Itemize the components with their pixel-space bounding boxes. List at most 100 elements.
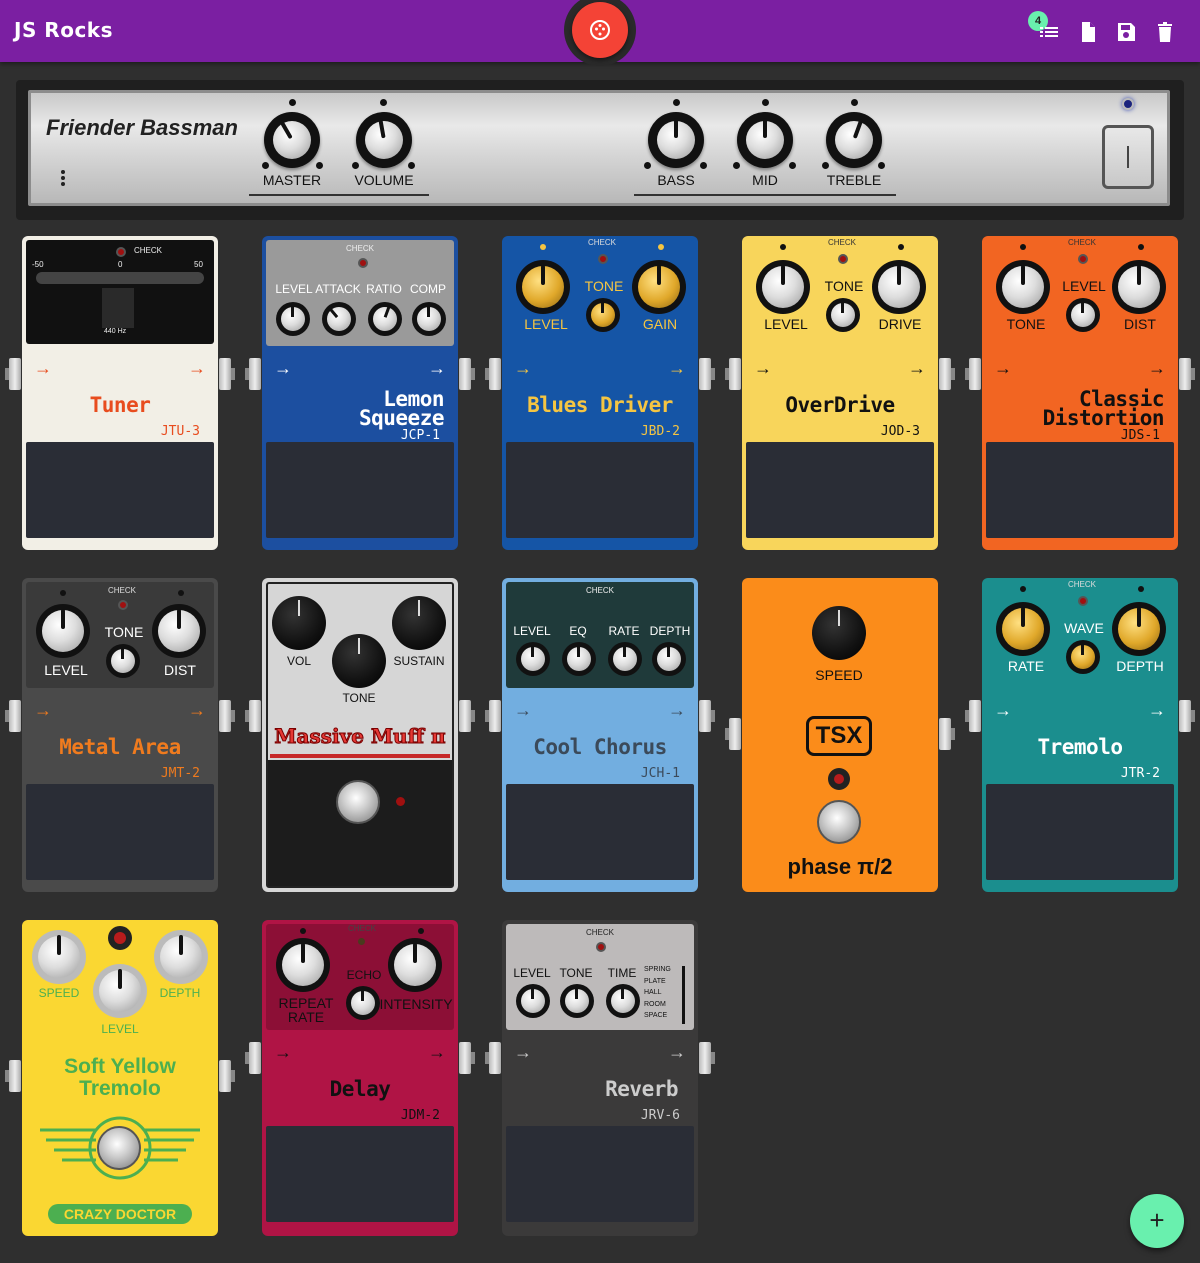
tone-knob[interactable]	[586, 298, 620, 332]
delete-icon[interactable]	[1153, 20, 1177, 44]
footswitch[interactable]	[26, 442, 214, 538]
footswitch[interactable]	[506, 1126, 694, 1222]
pedal-name: Massive Muff π	[274, 724, 446, 749]
eq-knob[interactable]	[562, 642, 596, 676]
list-icon[interactable]	[1037, 20, 1061, 44]
bass-label: BASS	[657, 172, 695, 188]
amp-menu-icon[interactable]	[58, 168, 68, 192]
tuner-note-box	[102, 288, 134, 328]
vol-knob[interactable]	[272, 596, 326, 650]
input-arrow-icon: →	[994, 358, 1012, 378]
pedal-classic-distortion: CHECK LEVEL TONE DIST → → Classic Distort…	[965, 236, 1195, 550]
pedal-name: Blues Driver	[527, 393, 673, 417]
pedal-tuner: CHECK -50 0 50 440 Hz → → Tuner JTU-3	[5, 236, 235, 550]
mode-selector[interactable]	[682, 966, 685, 1024]
input-arrow-icon: →	[34, 700, 52, 720]
pedal-phase: SPEED TSX phase π/2	[725, 578, 955, 892]
attack-knob[interactable]	[322, 302, 356, 336]
tone-knob[interactable]	[560, 984, 594, 1018]
rate-knob[interactable]	[608, 642, 642, 676]
level-knob[interactable]	[36, 604, 90, 658]
footswitch[interactable]	[266, 442, 454, 538]
volume-knob[interactable]	[356, 112, 412, 168]
new-file-icon[interactable]	[1076, 20, 1100, 44]
pedal-name: phase π/2	[787, 854, 893, 879]
depth-knob[interactable]	[652, 642, 686, 676]
status-led	[396, 797, 405, 806]
master-knob[interactable]	[264, 112, 320, 168]
footswitch[interactable]	[817, 800, 861, 844]
mid-knob[interactable]	[737, 112, 793, 168]
tone-knob[interactable]	[106, 644, 140, 678]
output-arrow-icon: →	[668, 700, 686, 720]
echo-knob[interactable]	[346, 986, 380, 1020]
footswitch[interactable]	[266, 1126, 454, 1222]
footswitch[interactable]	[506, 442, 694, 538]
pedal-lemon-squeeze: CHECK LEVEL ATTACK RATIO COMP → → Lemon S…	[245, 236, 475, 550]
output-arrow-icon: →	[428, 358, 446, 378]
depth-knob[interactable]	[154, 930, 208, 984]
bass-knob[interactable]	[648, 112, 704, 168]
tone-knob[interactable]	[996, 260, 1050, 314]
intensity-knob[interactable]	[388, 938, 442, 992]
tone-knob[interactable]	[332, 634, 386, 688]
output-arrow-icon: →	[188, 358, 206, 378]
treble-knob[interactable]	[826, 112, 882, 168]
ratio-knob[interactable]	[368, 302, 402, 336]
output-arrow-icon: →	[188, 700, 206, 720]
speed-knob[interactable]	[812, 606, 866, 660]
level-knob[interactable]	[516, 984, 550, 1018]
pedal-delay: CHECK ECHO REPEAT RATE INTENSITY → → Del…	[245, 920, 475, 1236]
brand-logo: TSX	[806, 716, 872, 756]
output-arrow-icon: →	[428, 1042, 446, 1062]
app-title: JS Rocks	[14, 18, 114, 42]
pedal-model: JCH-1	[640, 766, 680, 781]
level-knob[interactable]	[276, 302, 310, 336]
footswitch[interactable]	[97, 1126, 141, 1170]
pedal-massive-muff: VOL SUSTAIN TONE Massive Muff π	[245, 578, 475, 892]
input-arrow-icon: →	[274, 358, 292, 378]
output-arrow-icon: →	[908, 358, 926, 378]
pedal-model: JBD-2	[640, 424, 680, 439]
tone-knob[interactable]	[826, 298, 860, 332]
wave-knob[interactable]	[1066, 640, 1100, 674]
sustain-knob[interactable]	[392, 596, 446, 650]
repeat-rate-knob[interactable]	[276, 938, 330, 992]
rate-knob[interactable]	[996, 602, 1050, 656]
speed-knob[interactable]	[32, 930, 86, 984]
footswitch[interactable]	[986, 442, 1174, 538]
pedal-name: OverDrive	[785, 393, 895, 417]
comp-knob[interactable]	[412, 302, 446, 336]
master-label: MASTER	[262, 172, 322, 188]
level-knob[interactable]	[756, 260, 810, 314]
level-knob[interactable]	[93, 964, 147, 1018]
save-icon[interactable]	[1114, 20, 1138, 44]
tuner-meter	[36, 272, 204, 284]
pedal-model: JMT-2	[160, 766, 200, 781]
footswitch[interactable]	[336, 780, 380, 824]
time-knob[interactable]	[606, 984, 640, 1018]
pedal-name: Delay	[329, 1077, 391, 1101]
footswitch[interactable]	[746, 442, 934, 538]
pedal-model: JCP-1	[400, 428, 440, 443]
pedal-overdrive: CHECK TONE LEVEL DRIVE → → OverDrive JOD…	[725, 236, 955, 550]
treble-label: TREBLE	[826, 172, 882, 188]
amp-power-switch[interactable]	[1102, 125, 1154, 189]
footswitch[interactable]	[26, 784, 214, 880]
input-arrow-icon: →	[514, 358, 532, 378]
input-arrow-icon: →	[994, 700, 1012, 720]
level-knob[interactable]	[1066, 298, 1100, 332]
footswitch[interactable]	[986, 784, 1174, 880]
level-knob[interactable]	[516, 642, 550, 676]
pedal-model: JRV-6	[640, 1108, 680, 1123]
pedal-name: Soft Yellow Tremolo	[64, 1055, 176, 1100]
tuner-frequency: 440 Hz	[104, 328, 127, 335]
pedal-model: JTR-2	[1120, 766, 1160, 781]
add-pedal-button[interactable]: +	[1130, 1194, 1184, 1248]
level-knob[interactable]	[516, 260, 570, 314]
pedal-model: JOD-3	[880, 424, 920, 439]
pedal-name: Tremolo	[1037, 735, 1123, 759]
tuner-display: CHECK -50 0 50 440 Hz	[26, 240, 214, 344]
footswitch[interactable]	[506, 784, 694, 880]
audio-input-button[interactable]	[572, 2, 628, 58]
